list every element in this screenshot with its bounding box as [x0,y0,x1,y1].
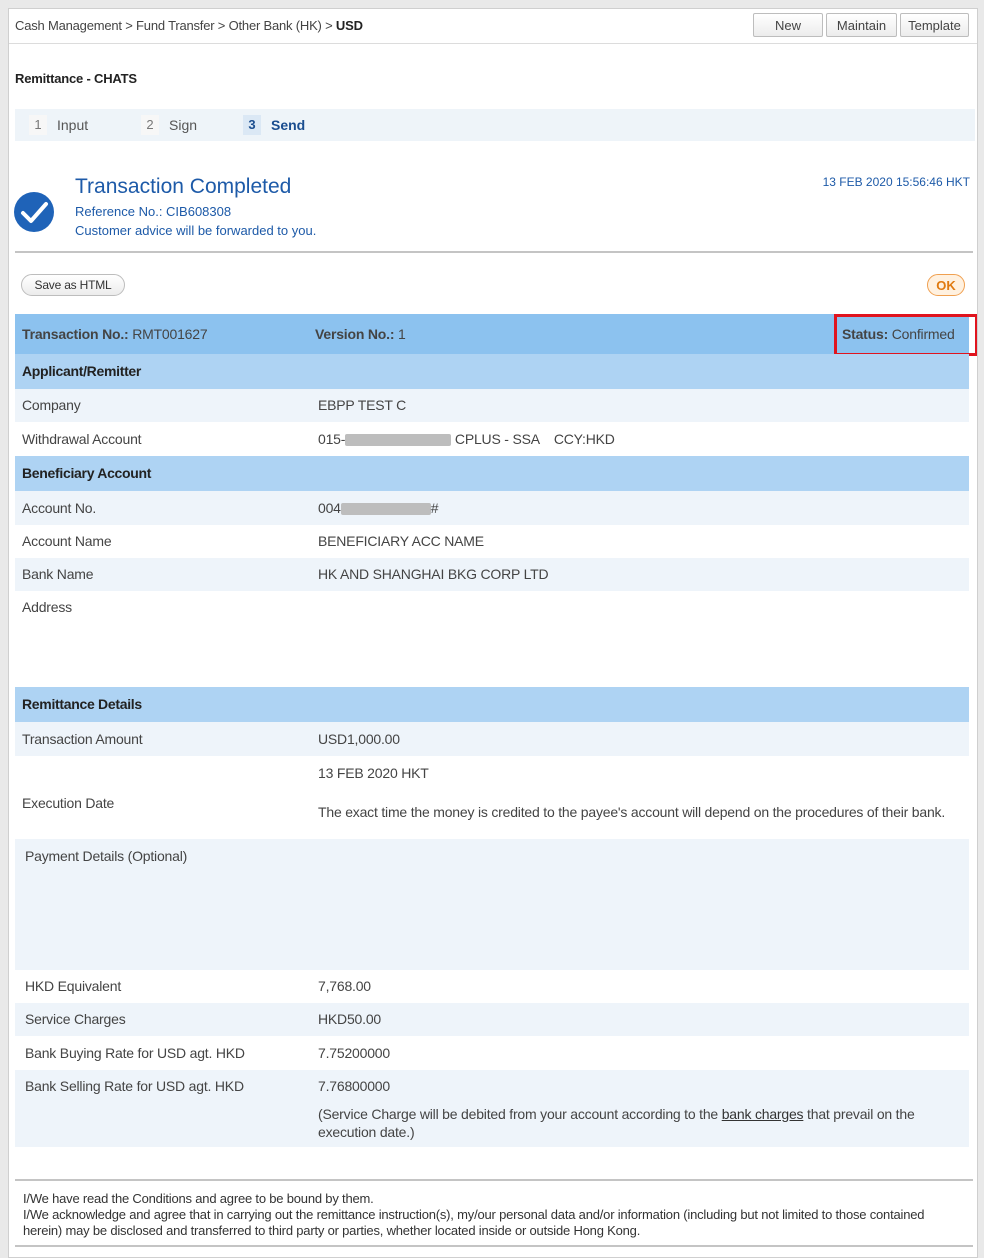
section-title: Remittance Details [22,696,142,712]
divider [15,1245,973,1247]
table-row: Account Name BENEFICIARY ACC NAME [15,525,969,558]
step-number: 1 [29,115,47,135]
field-label: Account Name [22,533,112,549]
redacted-mask [340,503,431,516]
redacted-mask [345,434,452,447]
section-beneficiary: Beneficiary Account [15,456,969,491]
section-remittance: Remittance Details [15,687,969,722]
table-row: Payment Details (Optional) [15,839,969,970]
table-row: Bank Selling Rate for USD agt. HKD 7.768… [15,1070,969,1103]
breadcrumb: Cash Management > Fund Transfer > Other … [15,18,363,33]
field-label: Bank Buying Rate for USD agt. HKD [25,1045,245,1061]
terms-line: I/We have read the Conditions and agree … [23,1191,374,1206]
new-button[interactable]: New [753,13,823,37]
account-prefix: 015- [318,431,346,447]
account-suffix: # [430,500,439,516]
customer-advice-note: Customer advice will be forwarded to you… [75,223,317,238]
withdrawal-account-value: 015- CPLUS - SSA CCY:HKD [318,431,615,447]
service-charge-note: (Service Charge will be debited from you… [318,1105,968,1141]
field-value: 7.76800000 [318,1078,390,1094]
transaction-header-row: Transaction No.: RMT001627 Version No.: … [15,314,977,356]
terms-line: I/We acknowledge and agree that in carry… [23,1207,925,1238]
bank-charges-link[interactable]: bank charges [722,1106,804,1122]
section-title: Beneficiary Account [22,465,152,481]
field-value: HK AND SHANGHAI BKG CORP LTD [318,566,549,582]
step-label: Input [57,117,89,133]
field-value: 7.75200000 [318,1045,390,1061]
field-value: HKD50.00 [318,1011,381,1027]
step-input: 1 Input [29,109,88,141]
field-label: Address [22,599,72,615]
transaction-number-label: Transaction No.: [22,326,129,342]
account-suffix: CPLUS - SSA CCY:HKD [451,431,615,447]
field-label: Bank Name [22,566,94,582]
table-row: HKD Equivalent 7,768.00 [15,970,969,1003]
breadcrumb-path: Cash Management > Fund Transfer > Other … [15,18,336,33]
table-row: Withdrawal Account 015- CPLUS - SSA CCY:… [15,422,969,456]
transaction-timestamp: 13 FEB 2020 15:56:46 HKT [822,175,970,189]
field-label: Payment Details (Optional) [25,848,188,864]
account-number-value: 004 # [318,500,439,516]
field-label: Transaction Amount [22,731,143,747]
transaction-number: Transaction No.: RMT001627 [22,326,208,342]
section-title: Applicant/Remitter [22,363,142,379]
field-label: Account No. [22,500,97,516]
field-value: BENEFICIARY ACC NAME [318,533,484,549]
step-number: 3 [243,115,261,135]
table-row: Company EBPP TEST C [15,389,969,422]
transaction-status-title: Transaction Completed [75,175,292,198]
field-label: HKD Equivalent [25,978,122,994]
page-frame: Cash Management > Fund Transfer > Other … [8,8,978,1258]
page-title: Remittance - CHATS [15,71,137,86]
step-send: 3 Send [243,109,305,141]
field-label: Company [22,397,81,413]
section-applicant: Applicant/Remitter [15,354,969,389]
field-label: Execution Date [22,795,115,811]
step-label: Sign [169,117,198,133]
version-number-value: 1 [398,326,406,342]
step-number: 2 [141,115,159,135]
execution-note: The exact time the money is credited to … [318,804,946,820]
field-label: Service Charges [25,1011,126,1027]
divider [15,251,973,253]
table-row: (Service Charge will be debited from you… [15,1103,969,1147]
divider [15,1179,973,1181]
field-label: Bank Selling Rate for USD agt. HKD [25,1078,244,1094]
template-button[interactable]: Template [900,13,969,37]
table-row: Transaction Amount USD1,000.00 [15,722,969,756]
step-sign: 2 Sign [141,109,197,141]
field-value: 7,768.00 [318,978,371,994]
ok-button[interactable]: OK [927,274,965,296]
note-text: (Service Charge will be debited from you… [318,1106,722,1122]
table-row: Account No. 004 # [15,491,969,525]
field-value: EBPP TEST C [318,397,407,413]
save-as-html-button[interactable]: Save as HTML [21,274,125,296]
reference-number: Reference No.: CIB608308 [75,204,232,219]
table-row: Bank Name HK AND SHANGHAI BKG CORP LTD [15,558,969,591]
table-row: Bank Buying Rate for USD agt. HKD 7.7520… [15,1036,969,1070]
table-row: Address [15,591,969,687]
status-highlight-box [834,314,977,356]
field-value: USD1,000.00 [318,731,400,747]
maintain-button[interactable]: Maintain [826,13,897,37]
version-number-label: Version No.: [315,326,395,342]
transaction-details-table: Transaction No.: RMT001627 Version No.: … [15,314,977,1147]
step-indicator: 1 Input 2 Sign 3 Send [15,109,975,141]
check-circle-icon [14,192,54,232]
field-label: Withdrawal Account [22,431,142,447]
field-value: 13 FEB 2020 HKT [318,765,429,781]
terms-text: I/We have read the Conditions and agree … [23,1191,963,1239]
top-bar: Cash Management > Fund Transfer > Other … [9,9,977,44]
table-row: Service Charges HKD50.00 [15,1003,969,1036]
version-number: Version No.: 1 [315,326,406,342]
transaction-number-value: RMT001627 [132,326,208,342]
step-label: Send [271,117,306,133]
breadcrumb-current: USD [335,18,363,33]
table-row: Execution Date 13 FEB 2020 HKT The exact… [15,756,969,839]
account-prefix: 004 [318,500,341,516]
